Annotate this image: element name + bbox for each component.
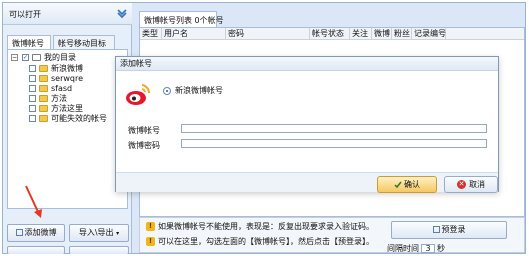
column-header[interactable]: 帐号状态 [310,28,350,40]
checkbox-icon[interactable]: ✓ [22,54,29,61]
tree-item[interactable]: 新浪微博 [22,64,122,74]
grid-header: 类型 用户名 密码 帐号状态 关注 微博 粉丝 记录编号 [140,28,524,40]
column-header[interactable]: 微博 [372,28,392,40]
password-label: 微博密码 [128,141,160,150]
cancel-label: 取消 [469,180,485,189]
dropdown-icon: ▾ [116,230,120,237]
interval-setting: 间隔时间 3 秒 [387,243,445,254]
account-input[interactable] [181,124,487,133]
weibo-logo-icon [126,84,151,105]
folder-icon [39,85,48,92]
cancel-icon: ✕ [457,180,466,189]
tree-item[interactable]: 方法 [22,94,122,104]
tab-account-list[interactable]: 微博帐号列表 0个帐号 [139,11,224,27]
column-header[interactable]: 粉丝 [392,28,412,40]
tree-item[interactable]: sfasd [22,84,122,94]
add-weibo-button[interactable]: 添加微博 [7,224,65,242]
interval-label: 间隔时间 [387,244,419,253]
tree-item-label: 方法这里 [51,104,83,113]
warning-icon: ! [146,237,155,246]
tab-weibo-accounts[interactable]: 微博帐号 [7,35,51,49]
left-panel-tabs: 微博帐号 帐号移动目标 [7,35,131,49]
checkbox-icon[interactable] [29,115,36,122]
weibo-account-radio[interactable]: 新浪微博帐号 [163,85,223,96]
radio-icon[interactable] [163,86,171,95]
info-line: ! 如果微博帐号不能使用，表现是：反复出现要求录入验证码。 [146,221,374,233]
left-panel-title: 可以打开 [9,10,41,19]
tree-item-label: 方法 [51,94,67,103]
pre-login-label: 预登录 [441,225,466,234]
radio-label: 新浪微博帐号 [175,86,223,95]
password-input[interactable] [181,139,487,148]
folder-icon [39,75,48,82]
import-export-button[interactable]: 导入\导出 ▾ [69,224,129,242]
folder-icon [39,115,48,122]
column-header[interactable]: 密码 [226,28,310,40]
tree-item[interactable]: serwqre [22,74,122,84]
left-panel-buttons: 添加微博 导入\导出 ▾ [7,222,131,254]
add-icon [15,229,23,236]
tree-item-label: 可能失效的帐号 [51,114,107,123]
tab-label: 帐号移动目标 [58,39,106,48]
checkbox-icon[interactable] [29,85,36,92]
tab-account-list-label: 微博帐号列表 0个帐号 [144,16,224,25]
confirm-icon [394,181,402,188]
hidden-button-2[interactable] [69,246,129,254]
interval-input[interactable]: 3 [421,244,435,253]
tree-item[interactable]: 可能失效的帐号 [22,114,126,124]
left-panel-header: 可以打开 [3,3,132,25]
confirm-button[interactable]: 确认 [377,176,437,193]
pre-login-button[interactable]: 预登录 [391,221,507,239]
hidden-button-1[interactable] [7,246,65,254]
annotation-arrow-icon [25,185,42,218]
tree-root-label: 我的目录 [44,53,76,62]
tab-label: 微博帐号 [12,39,44,48]
confirm-label: 确认 [404,180,420,189]
dialog-footer: 确认 ✕ 取消 [116,172,498,193]
checkbox-icon[interactable] [29,75,36,82]
dialog-title-bar: 添加帐号 [116,57,498,71]
info-line: ! 可以在这里，勾选左面的【微博帐号】，然后点击【预登录】。 [146,236,374,248]
checkbox-icon[interactable] [29,95,36,102]
tree-item-label: 新浪微博 [51,64,83,73]
collapse-toggle-icon[interactable]: − [11,54,18,61]
tree-item-label: serwqre [51,74,84,83]
info-text: 可以在这里，勾选左面的【微博帐号】，然后点击【预登录】。 [158,237,374,246]
add-weibo-label: 添加微博 [24,228,57,237]
info-text: 如果微博帐号不能使用，表现是：反复出现要求录入验证码。 [158,222,374,231]
checkbox-icon[interactable] [29,105,36,112]
collapse-icon[interactable] [116,7,128,19]
tab-move-target[interactable]: 帐号移动目标 [53,35,115,49]
tree-item-label: sfasd [51,84,73,93]
column-header[interactable]: 用户名 [162,28,226,40]
column-header[interactable]: 记录编号 [412,28,446,40]
login-icon [432,226,440,233]
column-header[interactable]: 类型 [140,28,162,40]
account-label: 微博帐号 [128,126,160,135]
checkbox-icon[interactable] [29,65,36,72]
tree-root[interactable]: − ✓ 我的目录 [11,53,121,63]
dialog-body: 新浪微博帐号 微博帐号 微博密码 [116,72,498,172]
interval-unit: 秒 [437,244,445,253]
column-header[interactable]: 关注 [350,28,372,40]
cancel-button[interactable]: ✕ 取消 [444,176,498,193]
folder-icon [39,105,48,112]
document-icon [32,54,41,61]
dialog-title: 添加帐号 [120,59,152,68]
tree-item[interactable]: 方法这里 [22,104,122,114]
warning-icon: ! [146,222,155,231]
import-export-label: 导入\导出 [78,228,114,237]
folder-icon [39,65,48,72]
add-account-dialog: 添加帐号 新浪微博帐号 微博帐号 微博密码 确认 ✕ 取消 [115,56,499,193]
folder-icon [39,95,48,102]
